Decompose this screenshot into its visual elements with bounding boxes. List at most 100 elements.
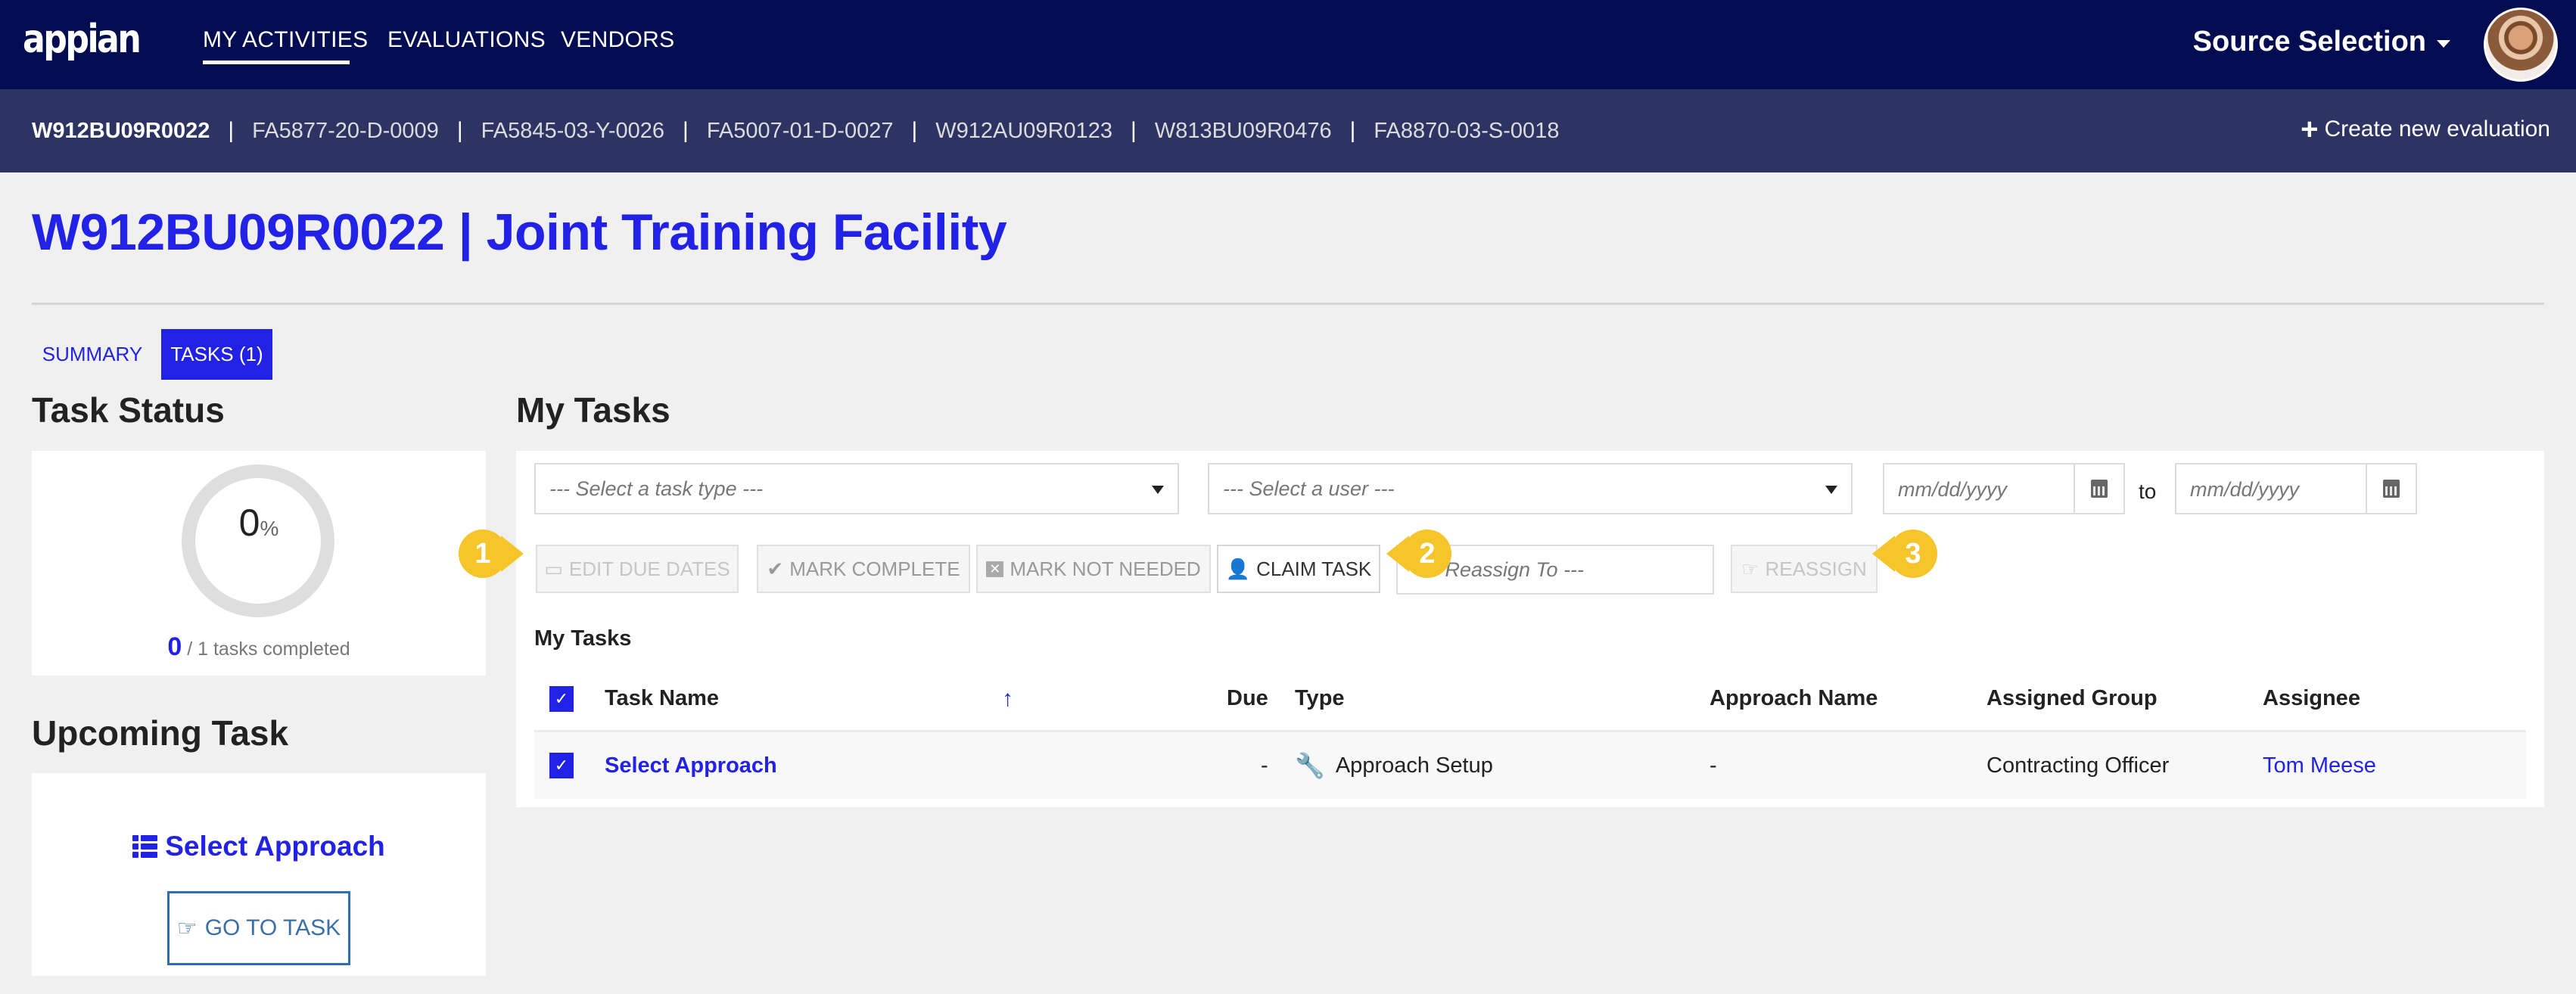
calendar-icon — [2383, 480, 2400, 498]
nav-my-activities[interactable]: MY ACTIVITIES — [203, 27, 368, 53]
separator: | — [683, 118, 689, 143]
user-placeholder: --- Select a user --- — [1223, 477, 1395, 500]
caret-down-icon — [2437, 39, 2450, 48]
upcoming-task-card: Select Approach ☞ GO TO TASK — [32, 773, 486, 976]
assigned-group-value: Contracting Officer — [1986, 753, 2170, 778]
percent-value: 0 — [238, 502, 260, 544]
claim-task-label: CLAIM TASK — [1256, 557, 1372, 580]
column-header-approach-name[interactable]: Approach Name — [1710, 667, 1878, 730]
mark-not-needed-label: MARK NOT NEEDED — [1010, 557, 1201, 580]
user-select[interactable]: --- Select a user --- — [1208, 463, 1853, 514]
separator: | — [1131, 118, 1137, 143]
tab-tasks[interactable]: TASKS (1) — [161, 329, 272, 380]
evaluation-bar: W912BU09R0022 | FA5877-20-D-0009 | FA584… — [0, 89, 2576, 172]
column-header-assignee[interactable]: Assignee — [2263, 667, 2360, 730]
reassign-label: REASSIGN — [1765, 557, 1867, 580]
evaluation-list: W912BU09R0022 | FA5877-20-D-0009 | FA584… — [32, 118, 1559, 144]
row-checkbox[interactable]: ✓ — [549, 732, 574, 799]
thumbs-up-icon: ☞ — [1741, 557, 1759, 580]
select-all-checkbox[interactable]: ✓ — [549, 667, 574, 730]
reassign-button[interactable]: ☞ REASSIGN — [1731, 545, 1878, 593]
task-type-select[interactable]: --- Select a task type --- — [534, 463, 1179, 514]
mark-complete-button[interactable]: ✔ MARK COMPLETE — [757, 545, 970, 593]
evaluation-link[interactable]: FA5845-03-Y-0026 — [481, 119, 664, 144]
appian-logo[interactable]: appian — [23, 17, 142, 62]
due-value: - — [1261, 753, 1268, 778]
evaluation-link[interactable]: FA5877-20-D-0009 — [252, 119, 439, 144]
evaluation-link[interactable]: W813BU09R0476 — [1155, 119, 1332, 144]
dropdown-arrow-icon — [1825, 486, 1837, 494]
separator: | — [911, 118, 918, 143]
column-header-due[interactable]: Due — [1227, 667, 1268, 730]
date-to-field[interactable]: mm/dd/yyyy — [2175, 463, 2417, 514]
nav-vendors[interactable]: VENDORS — [561, 27, 674, 53]
divider — [32, 303, 2544, 305]
column-header-assigned-group[interactable]: Assigned Group — [1986, 667, 2158, 730]
task-status-heading: Task Status — [32, 390, 225, 430]
callout-badge-1: 1 — [459, 530, 524, 578]
plus-icon: + — [2301, 113, 2319, 146]
app-switcher[interactable]: Source Selection — [2193, 26, 2450, 58]
mark-not-needed-button[interactable]: ✕ MARK NOT NEEDED — [976, 545, 1211, 593]
percent-sign: % — [260, 517, 279, 540]
calendar-icon — [2091, 480, 2108, 498]
tasks-table: ✓ Task Name ↑ Due Type Approach Name Ass… — [534, 667, 2526, 799]
evaluation-link[interactable]: FA5007-01-D-0027 — [707, 119, 894, 144]
wrench-icon: 🔧 — [1295, 752, 1325, 779]
active-nav-underline — [203, 61, 350, 64]
create-new-evaluation-link[interactable]: + Create new evaluation — [2301, 113, 2550, 146]
evaluation-link[interactable]: W912BU09R0022 — [32, 119, 210, 144]
app-switcher-label: Source Selection — [2192, 26, 2426, 57]
type-cell: 🔧 Approach Setup — [1295, 732, 1493, 799]
list-icon — [132, 835, 158, 858]
tab-summary[interactable]: SUMMARY — [39, 329, 145, 380]
avatar[interactable] — [2484, 8, 2558, 82]
evaluation-link[interactable]: W912AU09R0123 — [935, 119, 1112, 144]
sort-ascending-icon[interactable]: ↑ — [1002, 667, 1013, 730]
task-status-card: 0% 0 / 1 tasks completed — [32, 451, 486, 676]
date-from-calendar-button[interactable] — [2074, 464, 2123, 513]
separator: | — [228, 118, 235, 143]
table-header-row: ✓ Task Name ↑ Due Type Approach Name Ass… — [534, 667, 2526, 732]
assignee-link[interactable]: Tom Meese — [2263, 732, 2376, 799]
column-header-type[interactable]: Type — [1295, 667, 1345, 730]
dropdown-arrow-icon — [1152, 486, 1164, 494]
date-to-placeholder: mm/dd/yyyy — [2190, 478, 2300, 501]
callout-badge-2: 2 — [1386, 530, 1451, 578]
upcoming-task-heading: Upcoming Task — [32, 713, 289, 753]
completed-caption-text: / 1 tasks completed — [187, 638, 350, 660]
edit-due-dates-button[interactable]: ▭ EDIT DUE DATES — [536, 545, 739, 593]
checkmark-icon: ✔ — [767, 557, 784, 580]
create-new-label: Create new evaluation — [2324, 116, 2550, 141]
x-square-icon: ✕ — [986, 561, 1004, 577]
calendar-icon: ▭ — [544, 557, 563, 580]
evaluation-link[interactable]: FA8870-03-S-0018 — [1374, 119, 1559, 144]
separator: | — [1349, 118, 1356, 143]
approach-name-value: - — [1710, 753, 1717, 778]
date-from-field[interactable]: mm/dd/yyyy — [1883, 463, 2125, 514]
top-nav-bar: appian MY ACTIVITIES EVALUATIONS VENDORS… — [0, 0, 2576, 89]
edit-due-dates-label: EDIT DUE DATES — [568, 557, 730, 580]
task-type-placeholder: --- Select a task type --- — [549, 477, 764, 500]
column-header-task-name[interactable]: Task Name — [605, 667, 719, 730]
upcoming-task-link[interactable]: Select Approach — [32, 831, 486, 862]
progress-percent: 0% — [32, 501, 486, 545]
my-tasks-heading: My Tasks — [516, 390, 670, 430]
date-range-to-label: to — [2139, 480, 2157, 503]
mark-complete-label: MARK COMPLETE — [789, 557, 960, 580]
thumbs-up-icon: ☞ — [176, 915, 198, 941]
callout-badge-3: 3 — [1872, 530, 1937, 578]
upcoming-task-name: Select Approach — [165, 831, 385, 862]
claim-task-button[interactable]: 👤 CLAIM TASK — [1217, 545, 1380, 593]
nav-evaluations[interactable]: EVALUATIONS — [387, 27, 546, 53]
table-caption: My Tasks — [534, 626, 632, 651]
table-row: ✓ Select Approach - 🔧 Approach Setup - C… — [534, 732, 2526, 799]
tasks-completed-caption: 0 / 1 tasks completed — [32, 632, 486, 662]
user-plus-icon: 👤 — [1225, 557, 1251, 580]
my-tasks-panel: --- Select a task type --- --- Select a … — [459, 451, 2544, 807]
date-to-calendar-button[interactable] — [2366, 464, 2416, 513]
page-title: W912BU09R0022 | Joint Training Facility — [32, 203, 1007, 261]
task-name-link[interactable]: Select Approach — [605, 732, 777, 799]
type-value: Approach Setup — [1335, 753, 1493, 778]
go-to-task-button[interactable]: ☞ GO TO TASK — [167, 891, 350, 965]
